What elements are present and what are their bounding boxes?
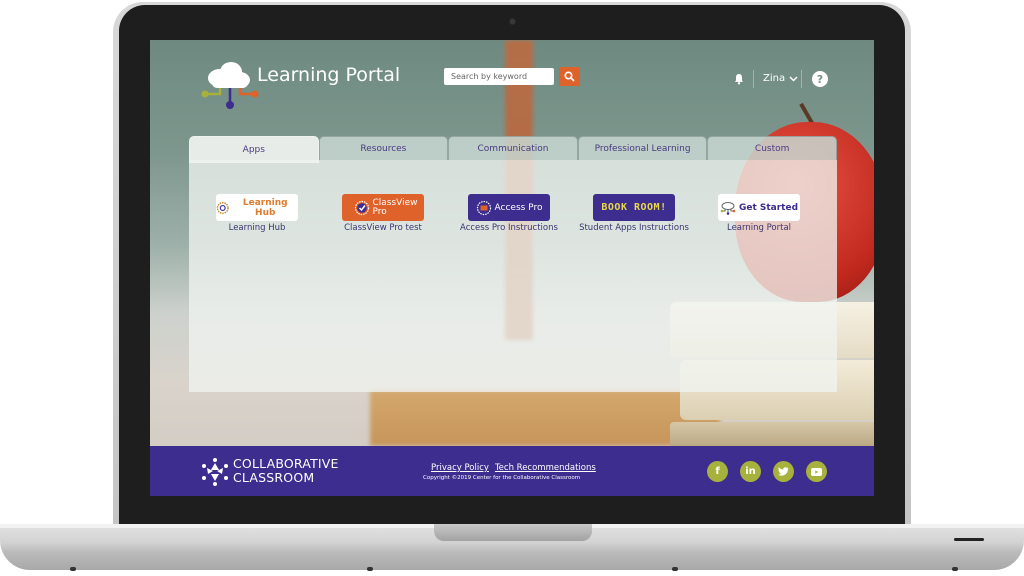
copyright-text: Copyright ©2019 Center for the Collabora…: [423, 475, 581, 481]
search-button[interactable]: [559, 67, 580, 86]
twitter-icon[interactable]: [773, 461, 794, 482]
app-caption[interactable]: Learning Hub: [194, 223, 320, 233]
laptop-foot: [952, 567, 958, 571]
portal-title: Learning Portal: [257, 64, 401, 86]
tab-resources[interactable]: Resources: [318, 136, 449, 160]
classview-pro-logo[interactable]: ClassView Pro: [342, 194, 424, 221]
background-photo-desk: [370, 390, 720, 446]
app-tile-get-started[interactable]: Get Started Learning Portal: [696, 194, 822, 233]
facebook-icon[interactable]: f: [707, 461, 728, 482]
app-caption[interactable]: Student Apps Instructions: [571, 223, 697, 233]
book-room-logo[interactable]: BOOK ROOM!: [593, 194, 675, 221]
app-tile-classview-pro[interactable]: ClassView Pro ClassView Pro test: [320, 194, 446, 233]
app-tile-learning-hub[interactable]: Learning Hub Learning Hub: [194, 194, 320, 233]
laptop-lid-notch: [434, 524, 592, 541]
search-icon: [564, 71, 575, 82]
classview-pro-logo-text: ClassView Pro: [372, 197, 418, 217]
header-divider: [753, 70, 754, 88]
footer: COLLABORATIVE CLASSROOM Privacy Policy T…: [150, 446, 874, 496]
portal-tabs: Apps Resources Communication Professiona…: [189, 136, 837, 163]
book-room-logo-text: BOOK ROOM!: [601, 202, 667, 213]
help-icon[interactable]: ?: [812, 71, 828, 87]
laptop-foot: [367, 567, 373, 571]
learning-hub-logo[interactable]: Learning Hub: [216, 194, 298, 221]
app-tile-book-room[interactable]: BOOK ROOM! Student Apps Instructions: [571, 194, 697, 233]
user-name: Zina: [763, 73, 786, 84]
webcam: [510, 19, 515, 24]
cloud-network-icon: [720, 201, 736, 215]
book-badge-icon: [476, 200, 491, 215]
brand-line-1: COLLABORATIVE: [233, 456, 339, 471]
access-pro-logo[interactable]: Access Pro: [468, 194, 550, 221]
laptop-screen: Learning Portal Zina ? Apps Resources Co…: [150, 40, 874, 496]
social-links: f in: [707, 461, 827, 482]
header-divider: [801, 70, 802, 88]
privacy-policy-link[interactable]: Privacy Policy: [431, 463, 489, 473]
access-pro-logo-text: Access Pro: [494, 202, 543, 213]
app-caption[interactable]: Learning Portal: [696, 223, 822, 233]
get-started-logo[interactable]: Get Started: [718, 194, 800, 221]
learning-hub-logo-text: Learning Hub: [242, 197, 288, 218]
get-started-logo-text: Get Started: [738, 202, 799, 213]
checkmark-badge-icon: [354, 200, 369, 215]
footer-links: Privacy Policy Tech Recommendations: [431, 463, 596, 473]
tab-apps[interactable]: Apps: [189, 136, 319, 163]
app-caption[interactable]: ClassView Pro test: [320, 223, 446, 233]
linkedin-icon[interactable]: in: [740, 461, 761, 482]
twitter-bird-icon: [778, 467, 789, 476]
brand-line-2: CLASSROOM: [233, 470, 315, 485]
tab-professional-learning[interactable]: Professional Learning: [577, 136, 708, 160]
collaborative-classroom-logo-icon[interactable]: [200, 457, 230, 487]
laptop-indicator-light: [954, 538, 984, 541]
search-input[interactable]: [444, 68, 554, 85]
bell-icon[interactable]: [733, 73, 745, 85]
tech-recommendations-link[interactable]: Tech Recommendations: [495, 463, 596, 473]
collaborative-classroom-wordmark: COLLABORATIVE CLASSROOM: [233, 457, 339, 485]
app-caption[interactable]: Access Pro Instructions: [446, 223, 572, 233]
youtube-icon[interactable]: [806, 461, 827, 482]
learning-hub-icon: [216, 201, 229, 214]
app-tile-access-pro[interactable]: Access Pro Access Pro Instructions: [446, 194, 572, 233]
laptop-foot: [672, 567, 678, 571]
youtube-play-icon: [811, 467, 822, 476]
tab-communication[interactable]: Communication: [448, 136, 578, 160]
laptop-foot: [70, 567, 76, 571]
chevron-down-icon: [789, 75, 798, 82]
user-menu[interactable]: Zina: [763, 73, 798, 84]
tab-custom[interactable]: Custom: [707, 136, 837, 160]
